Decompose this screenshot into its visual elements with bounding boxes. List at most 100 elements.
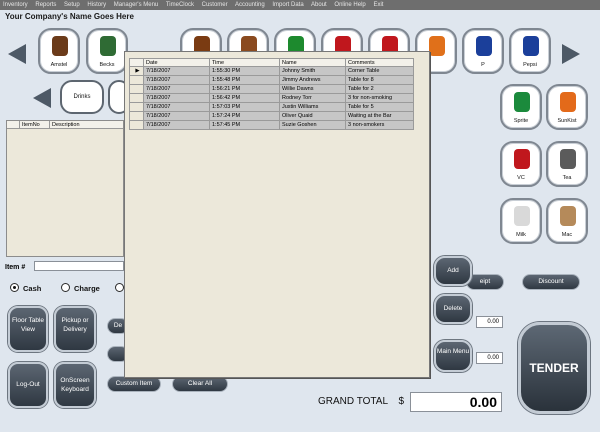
cell-name: Willie Dawns: [279, 84, 346, 94]
cell-comment: Table for 5: [345, 102, 414, 112]
pickup-delivery-button[interactable]: Pickup or Delivery: [54, 306, 96, 352]
order-items-table[interactable]: ItemNo Description: [6, 120, 124, 257]
product-button-pepsi[interactable]: Pepsi: [509, 28, 551, 74]
cell-time: 1:56:42 PM: [209, 93, 280, 103]
grand-total-value: 0.00: [410, 392, 502, 412]
row-selector: [129, 111, 144, 121]
menu-item-exit[interactable]: Exit: [373, 2, 383, 8]
menu-item-reports[interactable]: Reports: [35, 2, 56, 8]
cell-name: Jimmy Andrews: [279, 75, 346, 85]
payment-label-cash: Cash: [23, 284, 42, 293]
delete-button[interactable]: Delete: [434, 294, 472, 324]
currency-symbol: $: [398, 396, 404, 407]
product-label: Mac: [561, 232, 573, 238]
tax-value: 0.00: [476, 352, 503, 364]
payment-radio-cash[interactable]: [10, 283, 19, 292]
products-prev-arrow-icon[interactable]: [8, 44, 26, 64]
menu-item-accounting[interactable]: Accounting: [235, 2, 265, 8]
product-label: P: [481, 62, 485, 68]
discount-button[interactable]: Discount: [522, 274, 580, 290]
product-button-sunkist[interactable]: SunKist: [546, 84, 588, 130]
cell-comment: Waiting at the Bar: [345, 111, 414, 121]
onscreen-keyboard-button[interactable]: OnScreen Keyboard: [54, 362, 96, 408]
menu-item-timeclock[interactable]: TimeClock: [166, 2, 194, 8]
menu-item-managers-menu[interactable]: Manager's Menu: [114, 2, 159, 8]
table-row[interactable]: ▶ 7/18/2007 1:55:30 PM Johnny Smith Corn…: [129, 66, 414, 76]
product-button-becks[interactable]: Becks: [86, 28, 128, 74]
cell-time: 1:57:24 PM: [209, 111, 280, 121]
cell-name: Rodney Torr: [279, 93, 346, 103]
soda-can-icon: [523, 36, 539, 56]
clear-all-button[interactable]: Clear All: [172, 376, 228, 392]
cell-comment: Table for 2: [345, 84, 414, 94]
grid-header-row: Date Time Name Comments: [129, 58, 414, 67]
cell-time: 1:55:48 PM: [209, 75, 280, 85]
product-label: Milk: [516, 232, 526, 238]
menu-bar: Inventory Reports Setup History Manager'…: [0, 0, 600, 10]
cell-date: 7/18/2007: [143, 120, 210, 130]
table-row[interactable]: 7/18/2007 1:56:42 PM Rodney Torr 3 for n…: [129, 93, 414, 103]
category-button-drinks[interactable]: Drinks: [60, 80, 104, 114]
soda-can-icon: [560, 92, 576, 112]
item-number-input[interactable]: [34, 261, 124, 271]
payment-label-charge: Charge: [74, 284, 100, 293]
products-next-arrow-icon[interactable]: [562, 44, 580, 64]
menu-item-setup[interactable]: Setup: [64, 2, 80, 8]
cell-name: Justin Williams: [279, 102, 346, 112]
table-row[interactable]: 7/18/2007 1:57:03 PM Justin Williams Tab…: [129, 102, 414, 112]
table-row[interactable]: 7/18/2007 1:56:21 PM Willie Dawns Table …: [129, 84, 414, 94]
cell-name: Oliver Quaid: [279, 111, 346, 121]
order-items-header: ItemNo Description: [7, 121, 123, 129]
row-selector-header: [129, 58, 144, 67]
log-out-button[interactable]: Log-Out: [8, 362, 48, 408]
beer-bottle-icon: [52, 36, 68, 56]
row-selector: [129, 75, 144, 85]
table-row[interactable]: 7/18/2007 1:57:45 PM Suzie Goshen 3 non-…: [129, 120, 414, 130]
milk-glass-icon: [514, 206, 530, 226]
row-selector: [129, 84, 144, 94]
custom-item-button[interactable]: Custom Item: [107, 376, 161, 392]
column-header-name: Name: [279, 58, 346, 67]
menu-item-customer[interactable]: Customer: [202, 2, 228, 8]
column-header-description: Description: [49, 121, 80, 129]
product-button-vc[interactable]: VC: [500, 141, 542, 187]
reservations-grid[interactable]: Date Time Name Comments ▶ 7/18/2007 1:55…: [129, 58, 415, 138]
column-header-itemno: ItemNo: [19, 121, 40, 129]
product-button-soda-p[interactable]: P: [462, 28, 504, 74]
menu-item-inventory[interactable]: Inventory: [3, 2, 28, 8]
menu-item-online-help[interactable]: Online Help: [334, 2, 365, 8]
beer-bottle-icon: [100, 36, 116, 56]
cell-time: 1:57:45 PM: [209, 120, 280, 130]
cell-name: Suzie Goshen: [279, 120, 346, 130]
product-button-tea[interactable]: Tea: [546, 141, 588, 187]
add-button[interactable]: Add: [434, 256, 472, 286]
grand-total-label: GRAND TOTAL $: [318, 396, 404, 407]
payment-radio-charge[interactable]: [61, 283, 70, 292]
product-label: Amstel: [50, 62, 68, 68]
floor-table-view-button[interactable]: Floor Table View: [8, 306, 48, 352]
item-number-label: Item #: [5, 264, 26, 271]
row-selector-arrow-icon: ▶: [129, 66, 144, 76]
menu-item-about[interactable]: About: [311, 2, 327, 8]
row-selector: [129, 120, 144, 130]
cell-date: 7/18/2007: [143, 66, 210, 76]
tender-button[interactable]: TENDER: [518, 322, 590, 414]
product-label: Sprite: [513, 118, 529, 124]
category-prev-arrow-icon[interactable]: [33, 88, 51, 108]
product-button-sprite[interactable]: Sprite: [500, 84, 542, 130]
table-row[interactable]: 7/18/2007 1:55:48 PM Jimmy Andrews Table…: [129, 75, 414, 85]
product-label: Pepsi: [523, 62, 537, 68]
menu-item-import-data[interactable]: Import Data: [272, 2, 303, 8]
cell-comment: 3 non-smokers: [345, 120, 414, 130]
payment-radio-other[interactable]: [115, 283, 124, 292]
row-selector: [129, 102, 144, 112]
product-button-amstel[interactable]: Amstel: [38, 28, 80, 74]
main-menu-button[interactable]: Main Menu: [434, 340, 472, 372]
table-row[interactable]: 7/18/2007 1:57:24 PM Oliver Quaid Waitin…: [129, 111, 414, 121]
product-button-mac[interactable]: Mac: [546, 198, 588, 244]
reservations-dialog: Date Time Name Comments ▶ 7/18/2007 1:55…: [124, 51, 430, 378]
tea-cup-icon: [560, 149, 576, 169]
cell-comment: 3 for non-smoking: [345, 93, 414, 103]
product-button-milk[interactable]: Milk: [500, 198, 542, 244]
menu-item-history[interactable]: History: [87, 2, 106, 8]
